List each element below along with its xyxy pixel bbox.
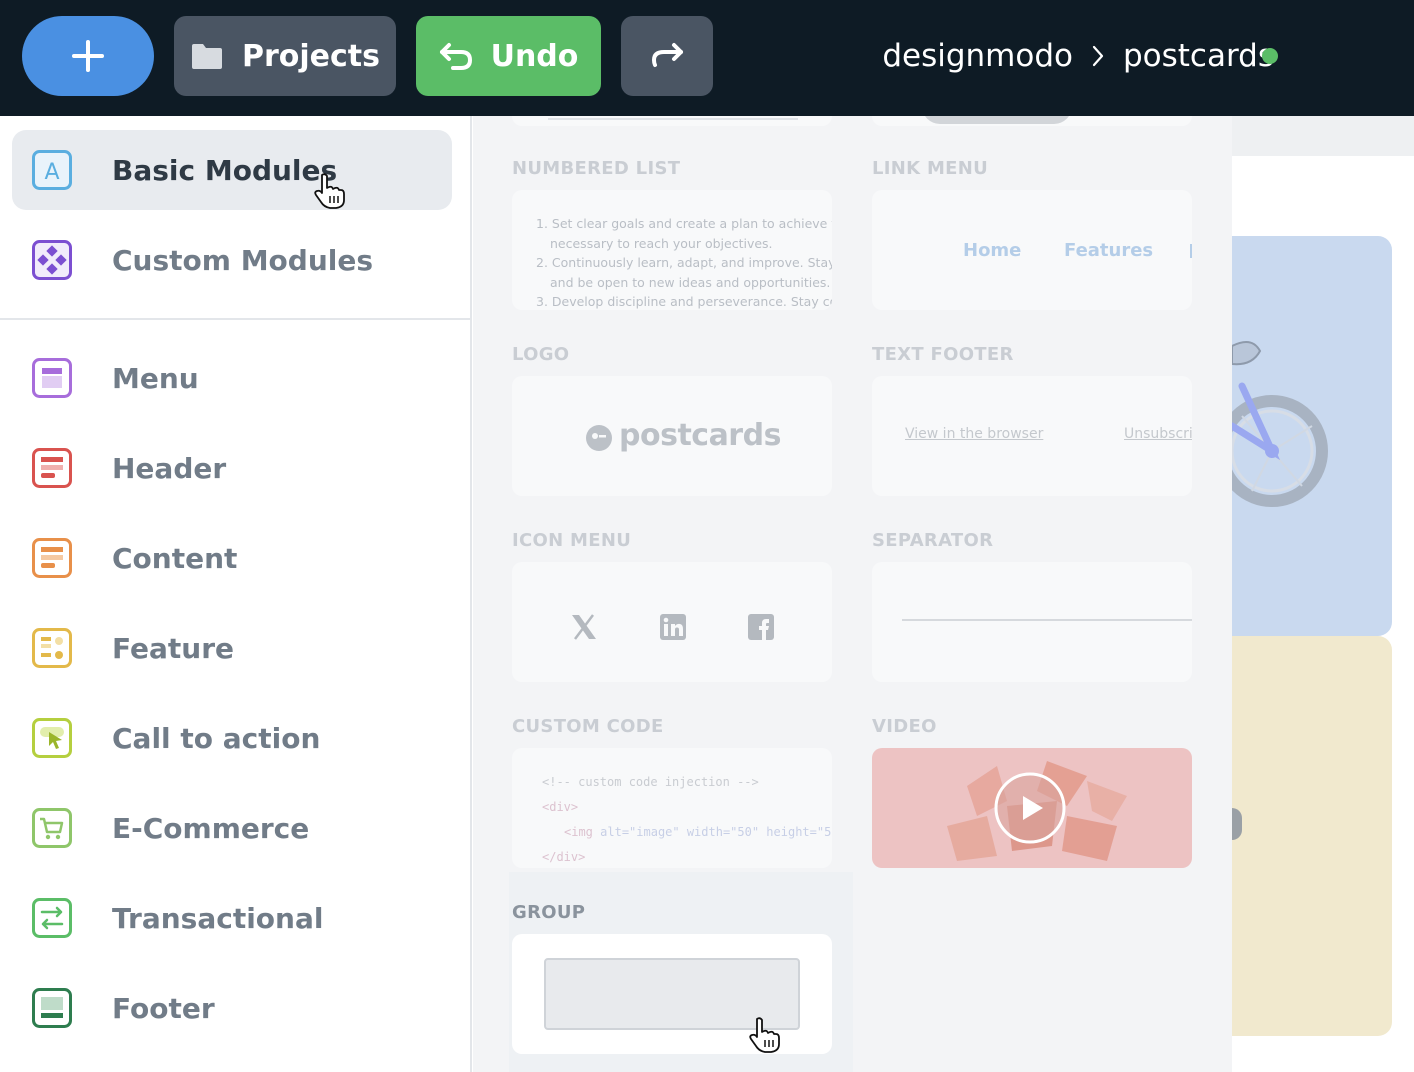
canvas-image-block[interactable] [1232,236,1392,636]
sidebar-item-feature[interactable]: Feature [12,608,452,688]
group-module[interactable] [512,934,832,1054]
play-icon[interactable] [993,771,1067,845]
sidebar-item-label: Basic Modules [112,153,338,187]
cta-module-icon [32,718,72,758]
sidebar-item-content[interactable]: Content [12,518,452,598]
redo-arrow-icon [651,43,683,67]
undo-label: Undo [490,38,579,74]
letter-a-icon: A [32,150,72,190]
folder-icon [191,44,222,69]
sidebar-item-footer[interactable]: Footer [12,968,452,1048]
canvas-header [1232,116,1414,156]
feature-module-icon [32,628,72,668]
transactional-module-icon [32,898,72,938]
sidebar-divider [0,318,472,320]
projects-button[interactable]: Projects [174,16,396,96]
panel-overlay [473,116,1232,756]
content-module-icon [32,538,72,578]
sidebar-item-custom-modules[interactable]: Custom Modules [12,220,452,300]
canvas-partial-element [1232,808,1242,840]
sidebar-item-label: Content [112,541,238,575]
undo-arrow-icon [439,43,472,70]
plus-icon [72,40,104,72]
sidebar-item-e-commerce[interactable]: E-Commerce [12,788,452,868]
sidebar-item-menu[interactable]: Menu [12,338,452,418]
svg-text:A: A [44,160,59,185]
code-line: </div> [542,850,586,864]
undo-button[interactable]: Undo [416,16,601,96]
code-line: <div> [542,800,579,814]
email-canvas-preview [1232,116,1414,1072]
video-module[interactable] [872,748,1192,868]
module-sidebar: A Basic Modules Custom Modules Menu Head… [0,116,472,1072]
sidebar-item-call-to-action[interactable]: Call to action [12,698,452,778]
breadcrumb-workspace[interactable]: designmodo [882,38,1073,74]
group-title: GROUP [512,902,586,923]
add-button[interactable] [22,16,154,96]
sidebar-item-label: Header [112,451,227,485]
sidebar-item-label: Call to action [112,721,321,755]
sidebar-item-label: Transactional [112,901,324,935]
sidebar-item-label: Menu [112,361,199,395]
sidebar-item-label: E-Commerce [112,811,310,845]
menu-module-icon [32,358,72,398]
code-attrs: alt="image" width="50" height="5 [600,825,832,839]
top-toolbar: Projects Undo designmodo postcards [0,0,1414,116]
custom-code-module[interactable]: <!-- custom code injection --> <div> <im… [512,748,832,868]
breadcrumb-project[interactable]: postcards [1123,38,1274,74]
diamond-grid-icon [32,240,72,280]
code-tag: <img [564,825,593,839]
footer-module-icon [32,988,72,1028]
sidebar-item-label: Custom Modules [112,243,374,277]
sidebar-item-label: Footer [112,991,215,1025]
breadcrumb: designmodo postcards [882,16,1274,96]
code-line: <!-- custom code injection --> [542,775,759,789]
cart-module-icon [32,808,72,848]
header-module-icon [32,448,72,488]
projects-label: Projects [241,38,380,74]
sidebar-item-label: Feature [112,631,234,665]
status-indicator [1262,48,1278,64]
redo-button[interactable] [621,16,713,96]
sidebar-item-transactional[interactable]: Transactional [12,878,452,958]
sidebar-item-header[interactable]: Header [12,428,452,508]
hand-pointer-cursor-icon [749,1017,780,1053]
hand-pointer-cursor-icon [314,173,345,209]
bicycle-illustration [1232,341,1328,507]
code-line: <img alt="image" width="50" height="5 [542,820,831,845]
chevron-right-icon [1091,44,1105,68]
sidebar-item-basic-modules[interactable]: A Basic Modules [12,130,452,210]
canvas-content-block[interactable] [1232,636,1392,1036]
